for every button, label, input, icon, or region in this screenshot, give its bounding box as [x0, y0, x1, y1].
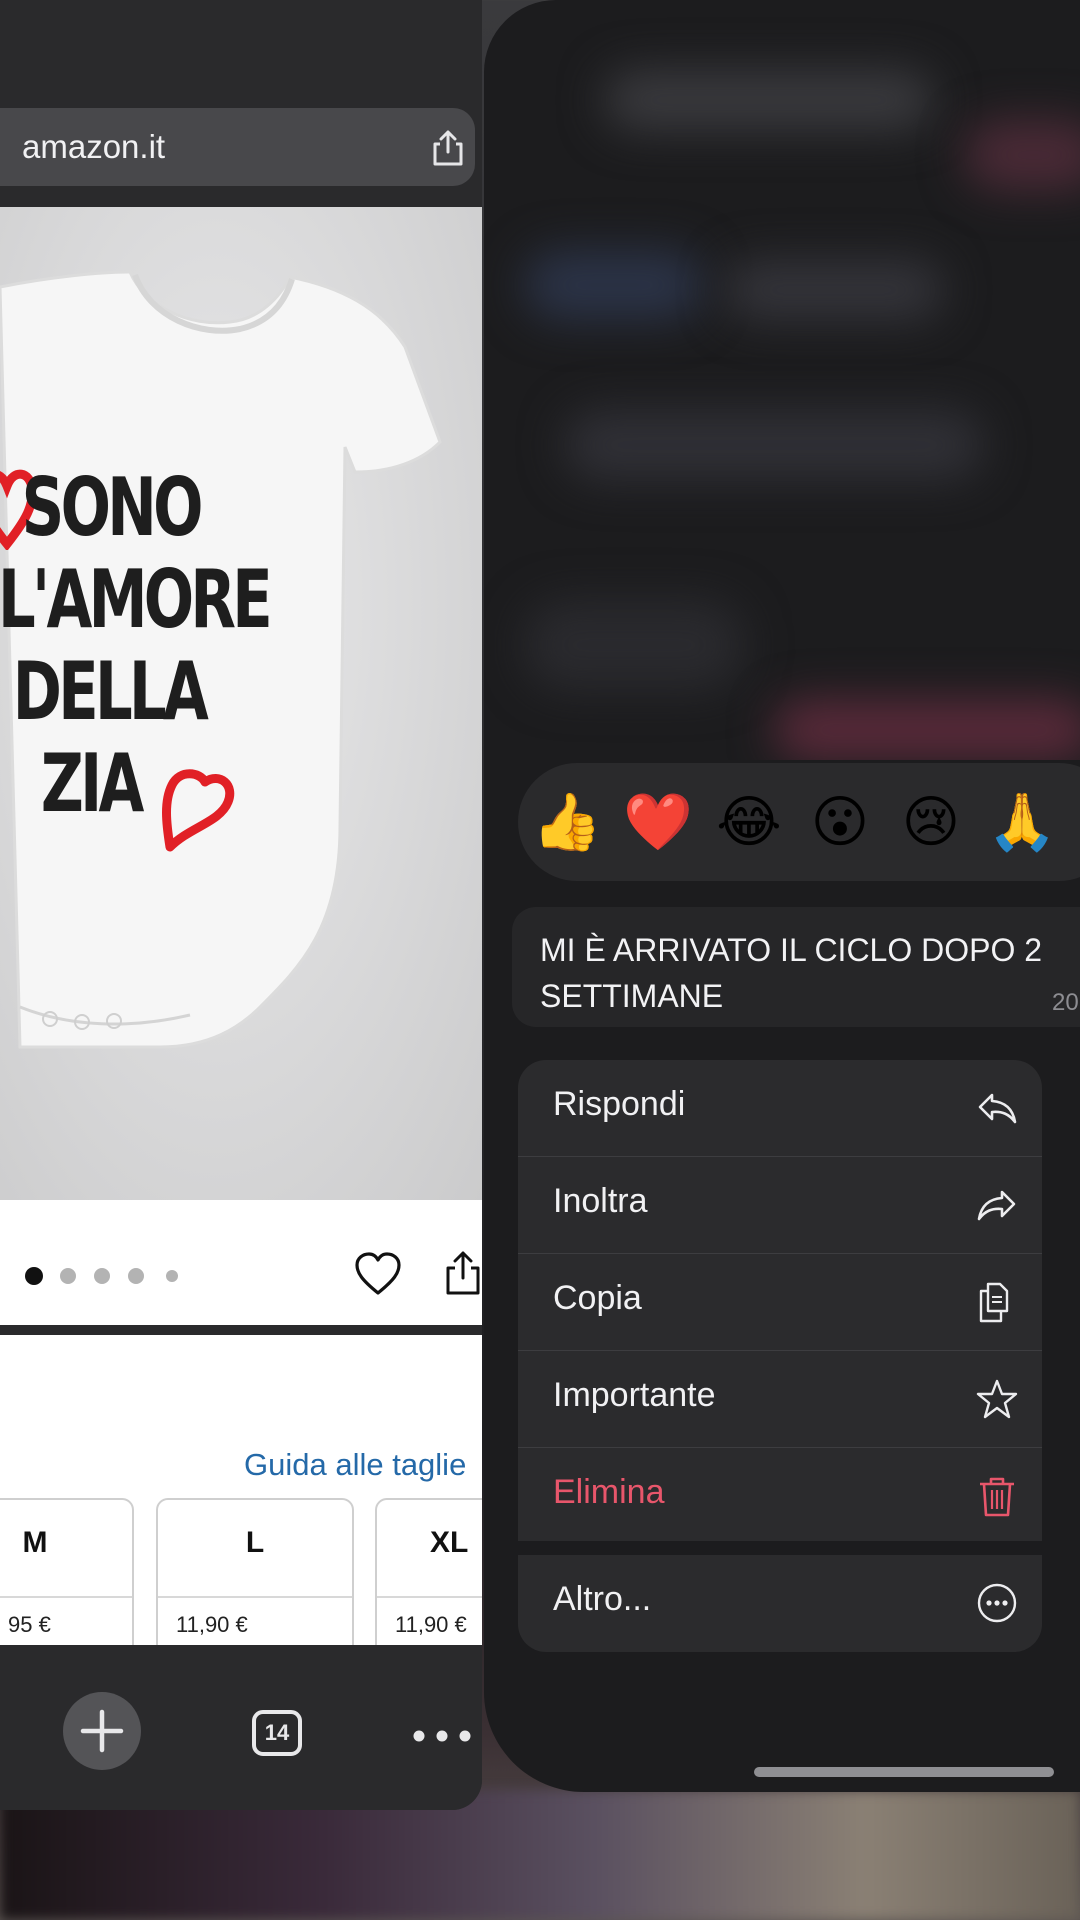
print-line-3: DELLA — [12, 645, 209, 738]
size-divider — [377, 1596, 482, 1598]
print-line-2: L'AMORE — [0, 553, 273, 646]
reaction-laugh[interactable]: 😂 — [714, 789, 784, 855]
print-line-1: SONO — [21, 461, 204, 554]
blur-blob — [774, 700, 1080, 760]
heart-icon[interactable] — [354, 1252, 402, 1296]
more-circle-icon — [977, 1583, 1017, 1623]
pager-dot-5[interactable] — [166, 1270, 178, 1282]
size-label: M — [22, 1526, 48, 1559]
plus-icon — [80, 1709, 124, 1753]
blur-blob — [604, 70, 934, 130]
selected-message-bubble[interactable]: MI È ARRIVATO IL CICLO DOPO 2 SETTIMANE … — [512, 907, 1080, 1027]
menu-item-label: Inoltra — [553, 1182, 648, 1220]
menu-group-gap — [518, 1541, 1042, 1555]
message-text: MI È ARRIVATO IL CICLO DOPO 2 SETTIMANE — [540, 932, 1043, 1014]
new-tab-button[interactable] — [63, 1692, 141, 1770]
forward-icon — [977, 1190, 1016, 1221]
share-icon[interactable] — [428, 128, 468, 168]
size-option-l[interactable]: L 11,90 € — [156, 1498, 354, 1658]
tabs-button[interactable]: 14 — [252, 1710, 302, 1756]
size-option-xl[interactable]: XL 11,90 € — [375, 1498, 482, 1658]
more-icon[interactable] — [412, 1729, 472, 1743]
copy-icon — [979, 1282, 1009, 1323]
menu-item-label: Importante — [553, 1376, 716, 1414]
reaction-heart[interactable]: ❤️ — [623, 789, 693, 855]
reply-icon — [978, 1093, 1017, 1124]
blurred-chat-background — [484, 0, 1080, 760]
blur-blob — [964, 120, 1080, 190]
blur-blob — [524, 250, 704, 320]
reaction-sad[interactable]: 😢 — [896, 789, 966, 855]
menu-item-forward[interactable]: Inoltra — [518, 1157, 1042, 1253]
pager-dot-2[interactable] — [60, 1268, 76, 1284]
size-divider — [158, 1596, 352, 1598]
menu-item-copy[interactable]: Copia — [518, 1254, 1042, 1350]
menu-item-important[interactable]: Importante — [518, 1351, 1042, 1447]
size-price: 95 € — [8, 1612, 51, 1637]
reaction-surprised[interactable]: 😮 — [805, 789, 875, 855]
pager-dot-4[interactable] — [128, 1268, 144, 1284]
share-icon[interactable] — [443, 1250, 482, 1296]
reaction-bar: 👍 ❤️ 😂 😮 😢 🙏 — [518, 763, 1080, 881]
image-pager-bar — [0, 1200, 482, 1325]
browser-app-card[interactable]: amazon.it SONO L'AMORE DELLA ZIA Guida a… — [0, 0, 482, 1810]
star-icon — [976, 1379, 1018, 1419]
message-context-menu: Rispondi Inoltra Copia Importante Elimin… — [518, 1060, 1042, 1652]
reaction-pray[interactable]: 🙏 — [987, 789, 1057, 855]
menu-item-reply[interactable]: Rispondi — [518, 1060, 1042, 1156]
menu-item-delete[interactable]: Elimina — [518, 1448, 1042, 1544]
size-option-m[interactable]: M 95 € — [0, 1498, 134, 1658]
messaging-app-card[interactable]: 👍 ❤️ 😂 😮 😢 🙏 MI È ARRIVATO IL CICLO DOPO… — [484, 0, 1080, 1792]
browser-toolbar: 14 — [0, 1645, 482, 1810]
heart-print-icon-2 — [162, 769, 235, 852]
size-price: 11,90 € — [395, 1612, 467, 1637]
home-indicator[interactable] — [754, 1767, 1054, 1777]
size-selector-section: Guida alle taglie M 95 € L 11,90 € XL 11… — [0, 1335, 482, 1658]
size-label: XL — [430, 1526, 469, 1559]
product-image[interactable]: SONO L'AMORE DELLA ZIA — [0, 207, 482, 1200]
menu-item-label: Copia — [553, 1279, 642, 1317]
menu-item-label: Altro... — [553, 1580, 652, 1618]
menu-item-more[interactable]: Altro... — [518, 1555, 1042, 1651]
url-bar[interactable]: amazon.it — [0, 108, 475, 186]
pager-dot-3[interactable] — [94, 1268, 110, 1284]
size-label: L — [245, 1526, 265, 1559]
reaction-thumbs-up[interactable]: 👍 — [532, 789, 602, 855]
message-timestamp: 20:3 — [1052, 989, 1080, 1016]
trash-icon — [980, 1477, 1014, 1517]
blur-blob — [524, 600, 744, 690]
blur-blob — [564, 410, 984, 480]
url-text: amazon.it — [22, 128, 166, 165]
menu-item-label: Rispondi — [553, 1085, 686, 1123]
blur-blob — [724, 260, 944, 320]
pager-dot-1[interactable] — [25, 1267, 43, 1285]
size-price: 11,90 € — [176, 1612, 248, 1637]
size-divider — [0, 1596, 132, 1598]
size-guide-link[interactable]: Guida alle taglie — [244, 1447, 466, 1483]
menu-item-label: Elimina — [553, 1473, 665, 1511]
